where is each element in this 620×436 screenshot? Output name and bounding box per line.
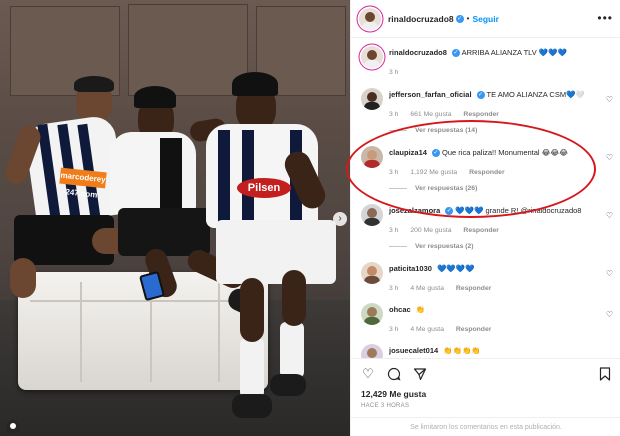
comment-body: 👏 [415, 305, 426, 314]
view-replies[interactable]: Ver respuestas (26) [389, 185, 599, 192]
reply-button[interactable]: Responder [456, 326, 492, 333]
view-replies[interactable]: Ver respuestas (14) [389, 127, 599, 134]
comment-username[interactable]: claupiza14 [389, 148, 427, 157]
comment-time: 3 h [389, 285, 399, 292]
comment-meta: 3 h 661 Me gusta Responder [389, 111, 599, 118]
comment-text: claupiza14 ✓ Que rica paliza!! Monumental… [389, 148, 599, 158]
comment-time: 3 h [389, 227, 399, 234]
view-replies-label[interactable]: Ver respuestas (14) [415, 127, 477, 134]
avatar[interactable] [361, 262, 383, 284]
comment-text: ohcac 👏 [389, 305, 599, 315]
post-sidebar: rinaldocruzado8 ✓ • Seguir ••• rinaldocr… [350, 0, 620, 436]
verified-badge-icon: ✓ [431, 149, 440, 158]
heart-icon[interactable]: ♡ [606, 95, 613, 104]
reply-button[interactable]: Responder [469, 169, 505, 176]
post-photo[interactable]: marcoderey 247.com Pilsen › [0, 0, 350, 436]
comment-meta: 3 h 4 Me gusta Responder [389, 285, 599, 292]
replies-line [389, 188, 407, 189]
likes-count[interactable]: 12,429 Me gusta [361, 389, 426, 399]
reply-button[interactable]: Responder [463, 111, 499, 118]
comment-likes[interactable]: 200 Me gusta [410, 227, 451, 234]
caption-text: rinaldocruzado8 ✓ ARRIBA ALIANZA TLV 💙💙💙 [389, 48, 599, 58]
comment-body: Que rica paliza!! Monumental 😂😂😂 [442, 148, 568, 157]
comment-username[interactable]: josezalzamora [389, 206, 440, 215]
avatar[interactable] [361, 303, 383, 325]
chevron-right-icon[interactable]: › [333, 212, 347, 226]
view-replies-label[interactable]: Ver respuestas (26) [415, 185, 477, 192]
post-header: rinaldocruzado8 ✓ • Seguir ••• [351, 0, 620, 38]
comments-list[interactable]: rinaldocruzado8 ✓ ARRIBA ALIANZA TLV 💙💙💙 … [351, 38, 620, 358]
comment-text: paticita1030 💙💙💙💙 [389, 264, 599, 274]
comment-text: josezalzamora ✓ 💙💙💙 grande R! @rinaldocru… [389, 206, 599, 216]
wall-panel [128, 4, 248, 96]
post-actions: ♡ 12,429 Me gusta HACE 3 HORAS Se limita… [351, 358, 620, 436]
avatar[interactable] [359, 7, 381, 30]
follow-button[interactable]: Seguir [472, 14, 498, 24]
comment-meta: 3 h 4 Me gusta Responder [389, 326, 599, 333]
shirt-sponsor-left: marcoderey 247.com [59, 167, 107, 200]
comment-time: 3 h [389, 169, 399, 176]
comment-username[interactable]: paticita1030 [389, 264, 432, 273]
reply-button[interactable]: Responder [456, 285, 492, 292]
avatar[interactable] [361, 146, 383, 168]
comments-limited-notice: Se limitaron los comentarios en esta pub… [351, 417, 620, 436]
heart-icon[interactable]: ♡ [606, 211, 613, 220]
comment-text: josuecalet014 👏👏👏👏 [389, 346, 599, 356]
comment-time: 3 h [389, 111, 399, 118]
ottoman-seam [80, 282, 82, 382]
ottoman-seam [30, 300, 256, 302]
bookmark-icon[interactable] [599, 367, 611, 381]
comment-username[interactable]: jefferson_farfan_oficial [389, 90, 472, 99]
caption-body: ARRIBA ALIANZA TLV 💙💙💙 [461, 48, 567, 57]
avatar[interactable] [361, 344, 383, 358]
comment-text: jefferson_farfan_oficial ✓ TE AMO ALIANZA… [389, 90, 599, 100]
comment-likes[interactable]: 4 Me gusta [410, 326, 444, 333]
comment-icon[interactable] [387, 367, 401, 381]
verified-badge-icon: ✓ [476, 91, 485, 100]
comment-body: 💙💙💙 grande R! @rinaldocruzado8 [455, 206, 582, 215]
verified-badge-icon: ✓ [455, 14, 464, 23]
separator-dot: • [466, 14, 470, 23]
heart-icon[interactable]: ♡ [606, 269, 613, 278]
caption-meta: 3 h [389, 69, 599, 76]
comment-body: TE AMO ALIANZA CSM💙🤍 [486, 90, 585, 99]
avatar[interactable] [361, 46, 383, 68]
user-tag-icon[interactable] [6, 420, 20, 434]
share-icon[interactable] [413, 367, 427, 381]
comment-body: 👏👏👏👏 [443, 346, 481, 355]
comment-likes[interactable]: 1,192 Me gusta [410, 169, 457, 176]
comment-meta: 3 h 1,192 Me gusta Responder [389, 169, 599, 176]
more-options-icon[interactable]: ••• [597, 12, 613, 24]
author-username[interactable]: rinaldocruzado8 [388, 14, 454, 24]
heart-icon[interactable]: ♡ [361, 367, 375, 381]
shirt-sponsor-right: Pilsen [237, 178, 291, 198]
comment-username[interactable]: ohcac [389, 305, 411, 314]
verified-badge-icon: ✓ [445, 207, 454, 216]
reply-button[interactable]: Responder [463, 227, 499, 234]
avatar[interactable] [361, 88, 383, 110]
verified-badge-icon: ✓ [451, 49, 460, 58]
view-replies-label[interactable]: Ver respuestas (2) [415, 243, 474, 250]
post-time: HACE 3 HORAS [361, 403, 410, 409]
comment-likes[interactable]: 4 Me gusta [410, 285, 444, 292]
replies-line [389, 246, 407, 247]
heart-icon[interactable]: ♡ [606, 153, 613, 162]
comment-username[interactable]: josuecalet014 [389, 346, 438, 355]
comment-body: 💙💙💙💙 [437, 264, 475, 273]
heart-icon[interactable]: ♡ [606, 310, 613, 319]
caption-author[interactable]: rinaldocruzado8 [389, 48, 447, 57]
view-replies[interactable]: Ver respuestas (2) [389, 243, 599, 250]
comment-likes[interactable]: 661 Me gusta [410, 111, 451, 118]
replies-line [389, 130, 407, 131]
comment-time: 3 h [389, 326, 399, 333]
action-icons: ♡ [361, 367, 427, 381]
comment-meta: 3 h 200 Me gusta Responder [389, 227, 599, 234]
avatar[interactable] [361, 204, 383, 226]
ottoman-seam [218, 282, 220, 382]
caption-time: 3 h [389, 69, 399, 76]
